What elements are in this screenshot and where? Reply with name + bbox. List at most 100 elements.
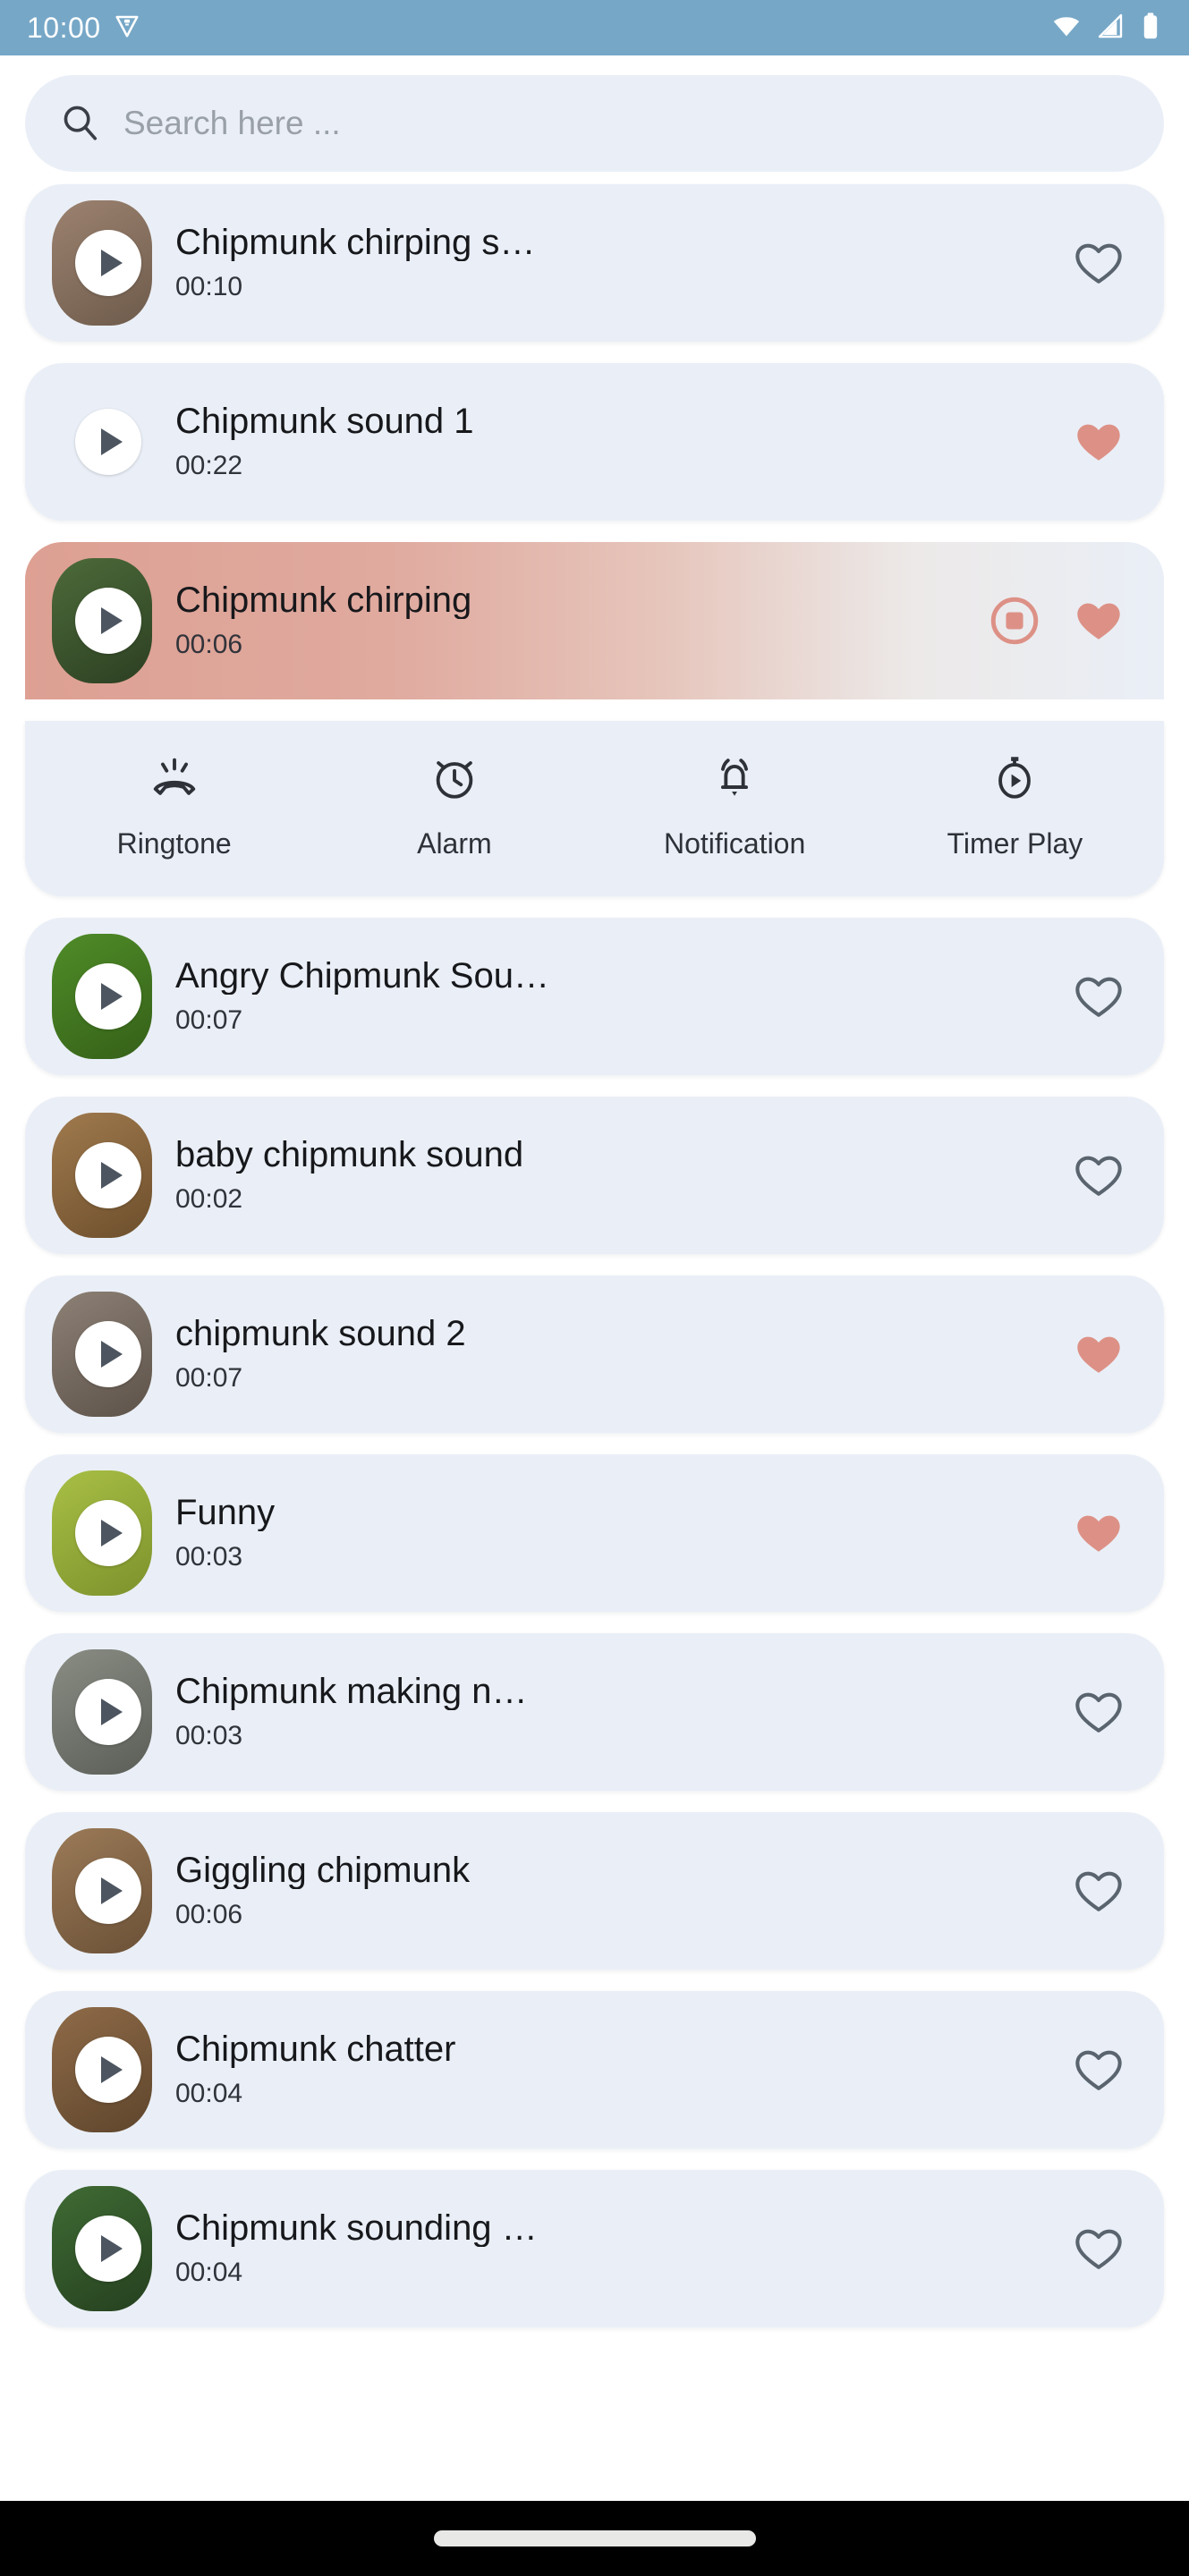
sound-list: Chipmunk chirping s… 00:10 Chipmunk soun… — [0, 172, 1189, 2327]
sound-thumbnail[interactable] — [52, 934, 152, 1059]
status-bar-left: 10:00 — [27, 12, 140, 45]
favorite-icon-outline[interactable] — [1073, 2223, 1125, 2275]
sound-duration: 00:10 — [175, 272, 243, 301]
sound-thumbnail[interactable] — [52, 1470, 152, 1596]
play-icon[interactable] — [75, 1321, 141, 1387]
action-timer-play[interactable]: Timer Play — [875, 751, 1155, 860]
action-label: Ringtone — [116, 827, 232, 860]
timer-play-icon — [989, 751, 1040, 808]
sound-thumbnail[interactable] — [52, 1828, 152, 1953]
sound-meta: Chipmunk sound 1 00:22 — [175, 402, 1073, 481]
cellular-signal-icon — [1096, 12, 1125, 45]
favorite-icon-outline[interactable] — [1073, 1149, 1125, 1201]
sound-meta: Funny 00:03 — [175, 1494, 1073, 1572]
favorite-icon-filled[interactable] — [1073, 1507, 1125, 1559]
sound-title: Chipmunk making n… — [175, 1673, 528, 1710]
sound-card[interactable]: chipmunk sound 2 00:07 — [25, 1275, 1164, 1433]
scroll-viewport[interactable]: Search here ... Chipmunk chirping s… 00:… — [0, 55, 1189, 2501]
sound-row[interactable]: Giggling chipmunk 00:06 — [25, 1812, 1164, 1970]
sound-row[interactable]: Chipmunk chirping 00:06 — [25, 542, 1164, 699]
sound-title: Funny — [175, 1494, 276, 1531]
favorite-icon-outline[interactable] — [1073, 1686, 1125, 1738]
sound-title: chipmunk sound 2 — [175, 1315, 466, 1352]
favorite-icon-filled[interactable] — [1073, 1328, 1125, 1380]
sound-card[interactable]: Chipmunk sounding … 00:04 — [25, 2170, 1164, 2327]
sound-card[interactable]: Giggling chipmunk 00:06 — [25, 1812, 1164, 1970]
sound-thumbnail[interactable] — [52, 379, 152, 504]
action-label: Alarm — [417, 827, 492, 860]
sound-thumbnail[interactable] — [52, 2007, 152, 2132]
favorite-icon-outline[interactable] — [1073, 1865, 1125, 1917]
sound-row[interactable]: Angry Chipmunk Sou… 00:07 — [25, 918, 1164, 1075]
system-navigation-bar — [0, 2501, 1189, 2576]
sound-thumbnail[interactable] — [52, 558, 152, 683]
sound-row[interactable]: Chipmunk chatter 00:04 — [25, 1991, 1164, 2148]
sound-duration: 00:06 — [175, 630, 243, 659]
play-icon[interactable] — [75, 588, 141, 654]
stop-icon[interactable] — [987, 593, 1042, 648]
sound-row[interactable]: Chipmunk sounding … 00:04 — [25, 2170, 1164, 2327]
sound-row[interactable]: Funny 00:03 — [25, 1454, 1164, 1612]
sound-row-actions — [1073, 970, 1164, 1022]
sound-title: Angry Chipmunk Sou… — [175, 957, 549, 995]
sound-row[interactable]: baby chipmunk sound 00:02 — [25, 1097, 1164, 1254]
favorite-icon-filled[interactable] — [1073, 416, 1125, 468]
action-alarm[interactable]: Alarm — [314, 751, 594, 860]
search-icon — [59, 101, 100, 147]
sound-title: Giggling chipmunk — [175, 1852, 471, 1889]
play-icon[interactable] — [75, 409, 141, 475]
sound-card[interactable]: Chipmunk chatter 00:04 — [25, 1991, 1164, 2148]
sound-row[interactable]: Chipmunk sound 1 00:22 — [25, 363, 1164, 521]
sound-meta: Angry Chipmunk Sou… 00:07 — [175, 957, 1073, 1036]
sound-card[interactable]: baby chipmunk sound 00:02 — [25, 1097, 1164, 1254]
sound-row[interactable]: Chipmunk making n… 00:03 — [25, 1633, 1164, 1791]
play-icon[interactable] — [75, 1500, 141, 1566]
play-icon[interactable] — [75, 2216, 141, 2282]
sound-duration: 00:06 — [175, 1900, 243, 1929]
sound-thumbnail[interactable] — [52, 2186, 152, 2311]
sound-card[interactable]: Chipmunk making n… 00:03 — [25, 1633, 1164, 1791]
sound-card[interactable]: Chipmunk chirping s… 00:10 — [25, 184, 1164, 342]
sound-row-actions — [1073, 237, 1164, 289]
action-notification[interactable]: Notification — [595, 751, 875, 860]
home-gesture-pill[interactable] — [433, 2530, 756, 2546]
sound-title: Chipmunk sound 1 — [175, 402, 474, 440]
favorite-icon-filled[interactable] — [1073, 595, 1125, 647]
sound-thumbnail[interactable] — [52, 1113, 152, 1238]
sound-thumbnail[interactable] — [52, 1649, 152, 1775]
favorite-icon-outline[interactable] — [1073, 2044, 1125, 2096]
sound-card-selected[interactable]: Chipmunk chirping 00:06 — [25, 542, 1164, 699]
favorite-icon-outline[interactable] — [1073, 237, 1125, 289]
sound-action-panel: Ringtone Alarm Notification Timer Play — [25, 721, 1164, 896]
sound-duration: 00:22 — [175, 451, 243, 480]
sound-row[interactable]: chipmunk sound 2 00:07 — [25, 1275, 1164, 1433]
play-icon[interactable] — [75, 1858, 141, 1924]
play-icon[interactable] — [75, 1142, 141, 1208]
app-root: 10:00 Search here ... Chipmunk chirping … — [0, 0, 1189, 2576]
favorite-icon-outline[interactable] — [1073, 970, 1125, 1022]
sound-row-actions — [1073, 2223, 1164, 2275]
sound-duration: 00:07 — [175, 1363, 243, 1393]
sound-card[interactable]: Funny 00:03 — [25, 1454, 1164, 1612]
sound-meta: baby chipmunk sound 00:02 — [175, 1136, 1073, 1215]
action-ringtone[interactable]: Ringtone — [34, 751, 314, 860]
search-input[interactable]: Search here ... — [25, 75, 1164, 172]
sound-meta: Giggling chipmunk 00:06 — [175, 1852, 1073, 1930]
play-icon[interactable] — [75, 963, 141, 1030]
sound-row-actions — [1073, 416, 1164, 468]
sound-title: Chipmunk chatter — [175, 2030, 456, 2068]
play-icon[interactable] — [75, 2037, 141, 2103]
sound-thumbnail[interactable] — [52, 1292, 152, 1417]
sound-title: baby chipmunk sound — [175, 1136, 524, 1174]
sound-thumbnail[interactable] — [52, 200, 152, 326]
play-icon[interactable] — [75, 1679, 141, 1745]
sound-card[interactable]: Chipmunk sound 1 00:22 — [25, 363, 1164, 521]
sound-row[interactable]: Chipmunk chirping s… 00:10 — [25, 184, 1164, 342]
search-section: Search here ... — [0, 55, 1189, 172]
action-label: Notification — [663, 827, 806, 860]
sound-row-actions — [987, 593, 1164, 648]
sound-card[interactable]: Angry Chipmunk Sou… 00:07 — [25, 918, 1164, 1075]
wifi-icon — [1051, 11, 1082, 46]
sound-row-actions — [1073, 1865, 1164, 1917]
play-icon[interactable] — [75, 230, 141, 296]
